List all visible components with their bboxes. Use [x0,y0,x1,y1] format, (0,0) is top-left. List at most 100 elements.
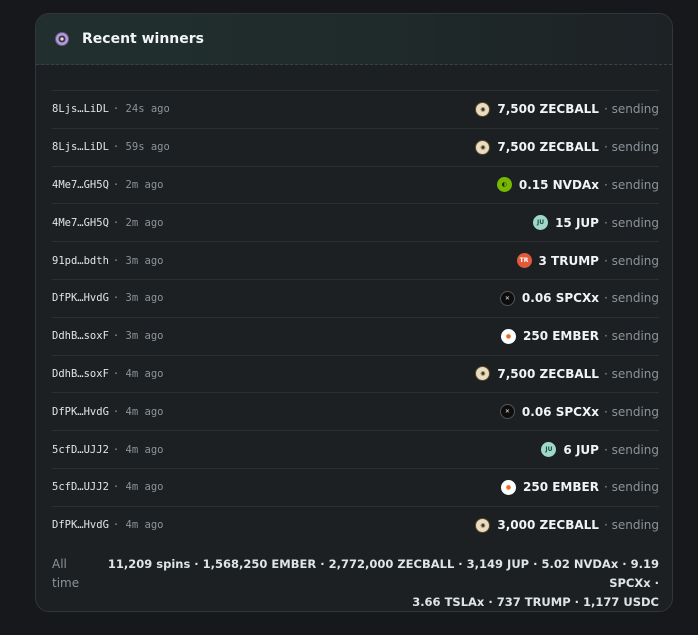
winner-meta: DfPK…HvdG · 4m ago [52,406,163,418]
winner-time: · 4m ago [112,481,164,494]
jup-token-icon: JU [533,215,549,231]
payout-status: · sending [603,102,659,117]
winner-prize: ◉ 3,000 ZECBALL · sending [475,517,659,533]
payout-status: · sending [603,329,659,344]
spcxx-token-icon: ✕ [499,290,515,306]
panel-title: Recent winners [82,31,205,47]
payout-status: · sending [603,177,659,192]
prize-amount: 6 JUP [563,442,599,457]
winner-row: 8Ljs…LiDL · 24s ago ◉ 7,500 ZECBALL · sendin… [52,90,659,128]
winner-meta: DdhB…soxF · 4m ago [52,368,163,380]
prize-amount: 250 EMBER [523,329,599,344]
prize-amount: 0.06 SPCXx [521,404,599,419]
winner-address[interactable]: 8Ljs…LiDL [52,141,109,153]
payout-status: · sending [603,215,659,230]
winner-prize: TR 3 TRUMP · sending [516,253,659,269]
ember-token-icon: ● [501,479,516,495]
winner-address[interactable]: DdhB…soxF [52,330,109,342]
winner-row: 4Me7…GH5Q · 2m ago ◐ 0.15 NVDAx · sending [52,165,659,204]
prize-amount: 15 JUP [555,215,599,230]
winner-address[interactable]: 8Ljs…LiDL [52,103,109,115]
winner-row: 5cfD…UJJ2 · 4m ago ● 250 EMBER · sending [52,467,659,506]
winner-meta: 4Me7…GH5Q · 2m ago [52,179,163,191]
prize-amount: 3,000 ZECBALL [497,518,599,533]
coin-logo-icon [54,31,70,47]
winners-list: 8Ljs…LiDL · 24s ago ◉ 7,500 ZECBALL · sendin… [52,90,659,544]
winner-meta: 4Me7…GH5Q · 2m ago [52,217,163,229]
payout-status: · sending [603,366,659,381]
winner-row: DdhB…soxF · 3m ago ● 250 EMBER · sending [52,316,659,355]
payout-status: · sending [603,518,659,533]
winner-prize: ◉ 7,500 ZECBALL · sending [475,101,659,117]
prize-amount: 0.15 NVDAx [518,177,599,192]
winner-address[interactable]: 4Me7…GH5Q [52,217,109,229]
winner-time: · 4m ago [112,443,164,456]
winner-address[interactable]: 5cfD…UJJ2 [52,444,109,456]
zecball-token-icon: ◉ [475,101,491,117]
winner-meta: 8Ljs…LiDL · 24s ago [52,103,170,115]
payout-status: · sending [603,140,659,155]
winner-time: · 3m ago [112,254,164,267]
winner-meta: 5cfD…UJJ2 · 4m ago [52,444,163,456]
winner-time: · 59s ago [112,141,170,154]
recent-winners-panel: Recent winners 8Ljs…LiDL · 24s ago ◉ 7,500 … [35,13,673,612]
winner-prize: ✕ 0.06 SPCXx · sending [499,290,659,306]
winner-meta: 5cfD…UJJ2 · 4m ago [52,481,163,493]
winner-row: DfPK…HvdG · 3m ago ✕ 0.06 SPCXx · sending [52,278,659,317]
winner-prize: ◉ 7,500 ZECBALL · sending [475,139,659,155]
winner-time: · 3m ago [112,292,164,305]
zecball-token-icon: ◉ [475,517,491,533]
prize-amount: 0.06 SPCXx [521,291,599,306]
winner-address[interactable]: 91pd…bdth [52,255,109,267]
trump-token-icon: TR [516,253,532,269]
winner-time: · 3m ago [112,330,164,343]
all-time-label: All time [52,557,80,590]
totals-line-2: 3.66 TSLAx · 737 TRUMP · 1,177 USDC [412,595,659,609]
payout-status: · sending [603,404,659,419]
winner-time: · 2m ago [112,216,164,229]
winner-address[interactable]: DfPK…HvdG [52,406,109,418]
nvdax-token-icon: ◐ [496,177,512,193]
winner-meta: 8Ljs…LiDL · 59s ago [52,141,170,153]
winner-prize: JU 6 JUP · sending [541,442,659,458]
prize-amount: 250 EMBER [523,480,599,495]
winner-time: · 4m ago [112,405,164,418]
payout-status: · sending [603,291,659,306]
zecball-token-icon: ◉ [475,366,491,382]
winner-prize: ● 250 EMBER · sending [501,479,659,495]
winner-row: 91pd…bdth · 3m ago TR 3 TRUMP · sending [52,241,659,279]
prize-amount: 3 TRUMP [538,253,599,268]
winner-prize: ● 250 EMBER · sending [501,328,659,344]
winner-meta: 91pd…bdth · 3m ago [52,255,163,267]
winner-time: · 24s ago [112,103,170,116]
winner-address[interactable]: 4Me7…GH5Q [52,179,109,191]
winner-meta: DfPK…HvdG · 4m ago [52,519,163,531]
prize-amount: 7,500 ZECBALL [497,140,599,155]
winner-address[interactable]: DdhB…soxF [52,368,109,380]
spcxx-token-icon: ✕ [499,404,515,420]
winner-prize: ◐ 0.15 NVDAx · sending [496,177,659,193]
winner-prize: ◉ 7,500 ZECBALL · sending [475,366,659,382]
prize-amount: 7,500 ZECBALL [497,366,599,381]
winner-prize: JU 15 JUP · sending [533,215,659,231]
ember-token-icon: ● [501,328,516,344]
payout-status: · sending [603,442,659,457]
winner-row: DfPK…HvdG · 4m ago ✕ 0.06 SPCXx · sending [52,392,659,430]
winner-address[interactable]: DfPK…HvdG [52,519,109,531]
winner-row: 4Me7…GH5Q · 2m ago JU 15 JUP · sending [52,203,659,241]
payout-status: · sending [603,253,659,268]
winner-row: DdhB…soxF · 4m ago ◉ 7,500 ZECBALL · sending [52,354,659,393]
winner-prize: ✕ 0.06 SPCXx · sending [499,404,659,420]
winner-row: DfPK…HvdG · 4m ago ◉ 3,000 ZECBALL · sending [52,505,659,544]
winner-meta: DdhB…soxF · 3m ago [52,330,163,342]
winner-meta: DfPK…HvdG · 3m ago [52,292,163,304]
winner-row: 5cfD…UJJ2 · 4m ago JU 6 JUP · sending [52,430,659,468]
winner-address[interactable]: DfPK…HvdG [52,292,109,304]
winner-time: · 4m ago [112,367,164,380]
winner-row: 8Ljs…LiDL · 59s ago ◉ 7,500 ZECBALL · sendin… [52,127,659,166]
prize-amount: 7,500 ZECBALL [497,102,599,117]
all-time-values: 11,209 spins · 1,568,250 EMBER · 2,772,0… [99,555,659,611]
winner-time: · 2m ago [112,178,164,191]
totals-line-1: 11,209 spins · 1,568,250 EMBER · 2,772,0… [107,557,659,590]
winner-address[interactable]: 5cfD…UJJ2 [52,481,109,493]
